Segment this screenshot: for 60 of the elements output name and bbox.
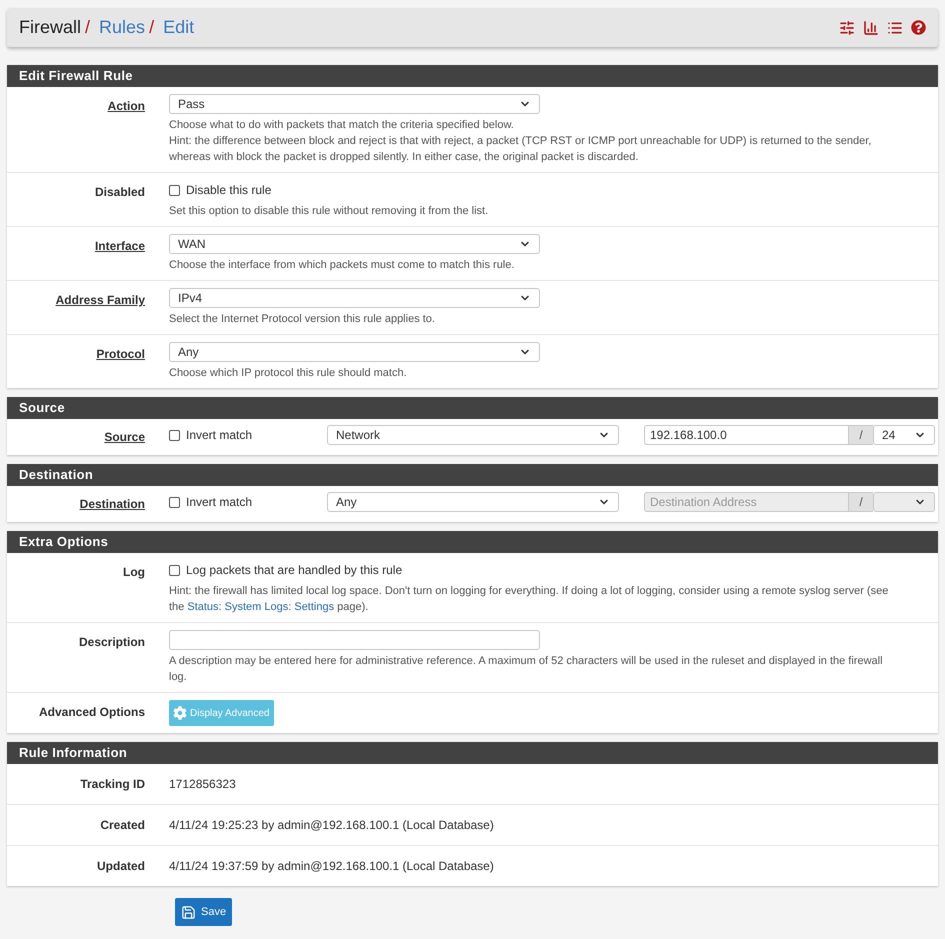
checkbox-label: Invert match bbox=[186, 494, 252, 511]
dropdown[interactable]: 24 bbox=[873, 425, 935, 445]
checkbox-label: Log packets that are handled by this rule bbox=[186, 562, 402, 579]
dropdown[interactable]: Pass bbox=[169, 94, 540, 114]
description-field[interactable] bbox=[169, 630, 540, 650]
list-icon[interactable] bbox=[887, 20, 903, 36]
field-label-link[interactable]: Protocol bbox=[96, 347, 145, 361]
field-label-link[interactable]: Interface bbox=[94, 239, 145, 253]
slash-addon: / bbox=[849, 425, 873, 445]
checkbox[interactable] bbox=[169, 430, 180, 440]
panel-heading: Rule Information bbox=[7, 742, 938, 764]
help-text: A description may be entered here for administrative reference. A maximum of 52 characters will be used in the ruleset and displayed in the firewall log. bbox=[169, 654, 884, 685]
checkbox[interactable] bbox=[169, 184, 180, 196]
field-label-link[interactable]: Address Family bbox=[56, 293, 145, 307]
field-label-link[interactable]: Source bbox=[104, 430, 145, 444]
field-label: Updated bbox=[97, 859, 145, 873]
panel-heading: Extra Options bbox=[7, 531, 938, 553]
help-text: Choose the interface from which packets must come to match this rule. bbox=[169, 258, 516, 273]
field-label: Disabled bbox=[94, 185, 145, 199]
checkbox-label: Invert match bbox=[186, 427, 252, 444]
field-label: Tracking ID bbox=[80, 777, 145, 791]
panel-heading: Edit Firewall Rule bbox=[7, 65, 938, 87]
field-label-link[interactable]: Action bbox=[108, 99, 145, 113]
field-label: Created bbox=[100, 818, 145, 832]
field-label: Description bbox=[78, 635, 145, 649]
breadcrumb-item: Firewall bbox=[19, 16, 82, 39]
breadcrumb-separator: / bbox=[85, 16, 90, 39]
help-text: Set this option to disable this rule without removing it from the list. bbox=[169, 204, 490, 219]
sliders-icon[interactable] bbox=[839, 20, 855, 36]
breadcrumb-link[interactable]: Rules bbox=[99, 14, 146, 41]
help-text: Choose which IP protocol this rule should match. bbox=[169, 366, 408, 381]
help-text: Select the Internet Protocol version this rule applies to. bbox=[169, 312, 436, 327]
address-field[interactable]: 192.168.100.0 bbox=[644, 425, 849, 445]
field-label: Log bbox=[123, 565, 145, 579]
field-label: Advanced Options bbox=[38, 705, 145, 719]
dropdown[interactable]: Network bbox=[327, 425, 619, 445]
info-value: 4/11/24 19:37:59 by admin@192.168.100.1 (Local Database) bbox=[169, 859, 494, 873]
panel-heading: Destination bbox=[7, 464, 938, 486]
dropdown[interactable]: Any bbox=[169, 342, 540, 362]
slash-addon: / bbox=[849, 492, 873, 512]
help-icon[interactable] bbox=[911, 20, 926, 35]
breadcrumb-link[interactable]: Edit bbox=[163, 14, 194, 41]
dropdown[interactable]: WAN bbox=[169, 234, 540, 254]
help-text: Choose what to do with packets that match the criteria specified below. bbox=[169, 118, 515, 133]
help-text: Hint: the difference between block and reject is that with reject, a packet (TCP RST or ICMP port unreachable for UDP) is returned to the sender, whereas with block the packet is dropped silently. In either case, the original packet is discarded. bbox=[169, 134, 872, 165]
gear-icon bbox=[173, 706, 187, 720]
panel-heading: Source bbox=[7, 397, 938, 419]
save-button[interactable]: Save bbox=[175, 898, 232, 926]
checkbox[interactable] bbox=[169, 496, 180, 508]
info-value: 1712856323 bbox=[169, 777, 236, 791]
bar-chart-icon[interactable] bbox=[863, 20, 879, 36]
dropdown[interactable]: Any bbox=[327, 492, 619, 512]
breadcrumb-separator: / bbox=[149, 16, 154, 39]
settings-link[interactable]: Status: System Logs: Settings bbox=[187, 601, 334, 613]
help-text: Hint: the firewall has limited local log space. Don't turn on logging for everything. If doing a lot of logging, consider using a remote syslog server (see the Status: System Logs: Settings page). bbox=[169, 584, 890, 615]
dropdown[interactable]: IPv4 bbox=[169, 288, 540, 308]
checkbox[interactable] bbox=[169, 564, 180, 576]
info-value: 4/11/24 19:25:23 by admin@192.168.100.1 (Local Database) bbox=[169, 818, 494, 832]
checkbox-label: Disable this rule bbox=[186, 182, 272, 199]
field-label-link[interactable]: Destination bbox=[80, 497, 145, 511]
